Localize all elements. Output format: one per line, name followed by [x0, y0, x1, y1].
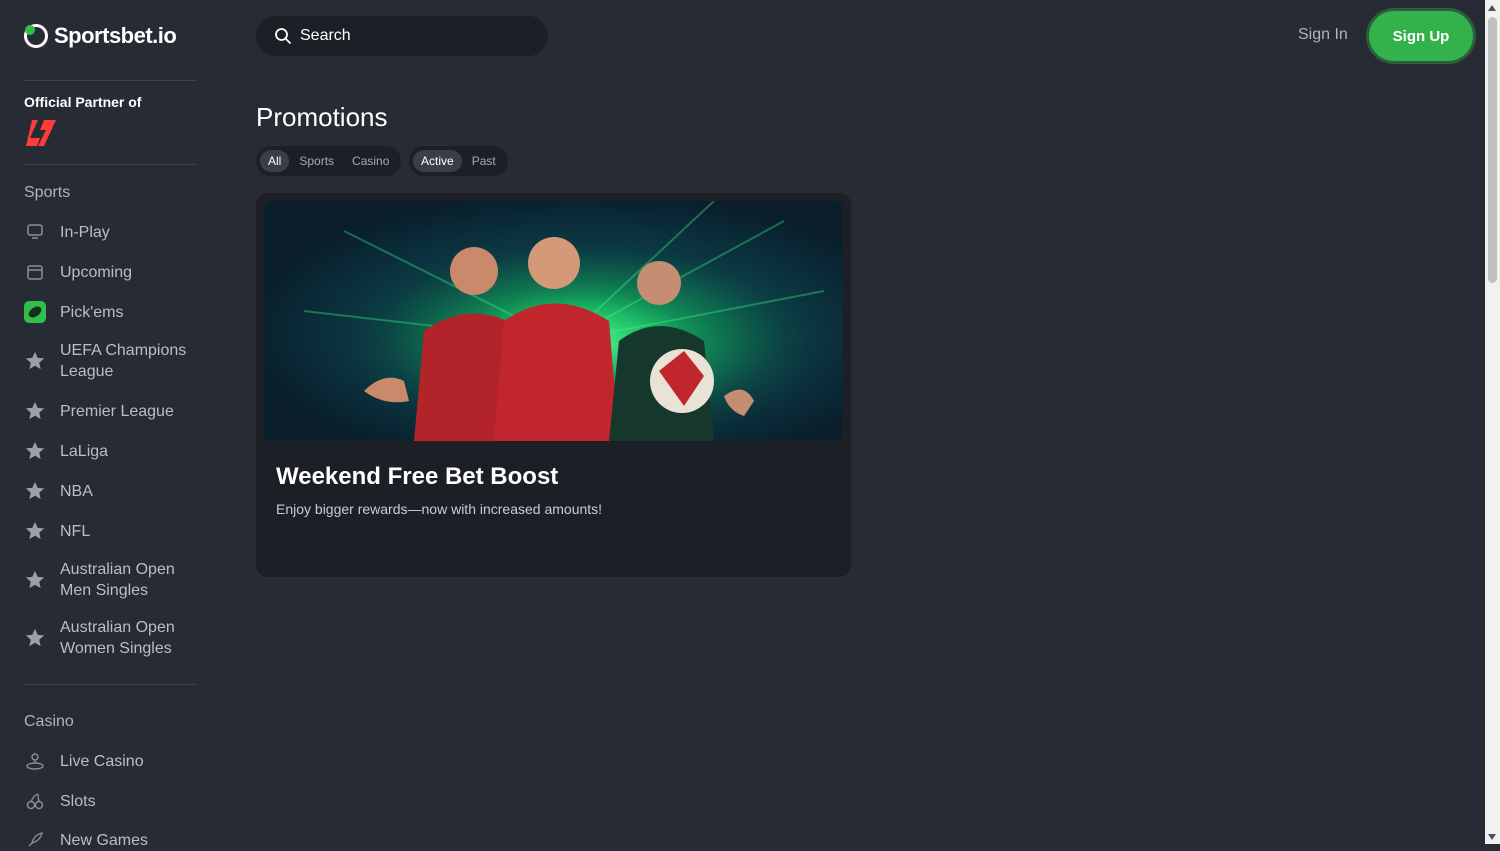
- divider: [24, 80, 196, 81]
- pickems-icon: [24, 301, 46, 323]
- search-icon: [275, 28, 291, 44]
- sidebar-item-pickems[interactable]: Pick'ems: [24, 301, 204, 323]
- sidebar-item-label: Australian Open Men Singles: [60, 561, 175, 599]
- star-icon: [24, 520, 46, 542]
- star-icon: [24, 480, 46, 502]
- promo-card[interactable]: Weekend Free Bet Boost Enjoy bigger rewa…: [256, 193, 851, 577]
- star-icon: [24, 440, 46, 462]
- star-icon: [24, 400, 46, 422]
- sidebar: Sportsbet.io Official Partner of Sports …: [0, 0, 220, 849]
- sidebar-item-new-games[interactable]: New Games: [24, 829, 204, 851]
- sidebar-item-label: NBA: [60, 482, 93, 500]
- filter-past[interactable]: Past: [464, 150, 504, 172]
- search-label: Search: [300, 27, 351, 44]
- category-filter: All Sports Casino: [256, 146, 402, 176]
- star-icon: [24, 350, 46, 372]
- promo-description: Enjoy bigger rewards—now with increased …: [276, 501, 603, 517]
- monitor-icon: [24, 221, 46, 243]
- sidebar-item-australian-open-women-singles[interactable]: Australian Open Women Singles: [24, 617, 204, 659]
- filter-active[interactable]: Active: [413, 150, 462, 172]
- sidebar-item-slots[interactable]: Slots: [24, 790, 204, 812]
- page-title: Promotions: [256, 102, 388, 132]
- sidebar-item-label: UEFA Champions League: [60, 342, 187, 380]
- search-input[interactable]: Search: [256, 16, 548, 56]
- filter-sports[interactable]: Sports: [291, 150, 342, 172]
- promo-title: Weekend Free Bet Boost: [276, 463, 559, 490]
- sign-in-button[interactable]: Sign In: [1298, 26, 1348, 44]
- partner-title: Official Partner of: [24, 94, 142, 110]
- section-title-sports: Sports: [24, 184, 71, 201]
- scroll-thumb[interactable]: [1488, 17, 1497, 283]
- scroll-down-icon[interactable]: [1488, 834, 1496, 840]
- sidebar-item-nba[interactable]: NBA: [24, 480, 204, 502]
- sidebar-item-laliga[interactable]: LaLiga: [24, 440, 204, 462]
- sidebar-item-label: Slots: [60, 792, 96, 810]
- sidebar-item-uefa-champions-league[interactable]: UEFA Champions League: [24, 340, 204, 382]
- divider: [24, 164, 196, 165]
- divider: [24, 684, 196, 685]
- cherries-icon: [24, 790, 46, 812]
- sidebar-item-australian-open-men-singles[interactable]: Australian Open Men Singles: [24, 559, 204, 601]
- sidebar-item-premier-league[interactable]: Premier League: [24, 400, 204, 422]
- status-filter: Active Past: [409, 146, 508, 176]
- section-title-casino: Casino: [24, 713, 74, 730]
- sidebar-item-label: New Games: [60, 831, 149, 849]
- star-icon: [24, 627, 46, 649]
- sidebar-item-nfl[interactable]: NFL: [24, 520, 204, 542]
- sidebar-item-live-casino[interactable]: Live Casino: [24, 750, 204, 772]
- filter-casino[interactable]: Casino: [344, 150, 397, 172]
- logo-icon: [24, 24, 48, 48]
- promo-image: [264, 201, 843, 441]
- sidebar-item-label: LaLiga: [60, 442, 109, 460]
- sidebar-item-in-play[interactable]: In-Play: [24, 221, 204, 243]
- sidebar-item-label: Live Casino: [60, 752, 144, 770]
- scroll-up-icon[interactable]: [1488, 5, 1496, 11]
- brand-name: Sportsbet.io: [54, 23, 177, 48]
- star-icon: [24, 569, 46, 591]
- sidebar-item-label: Upcoming: [60, 263, 133, 281]
- sign-up-button[interactable]: Sign Up: [1369, 11, 1473, 61]
- sidebar-item-label: Australian Open Women Singles: [60, 619, 175, 657]
- page-scrollbar[interactable]: [1485, 0, 1500, 844]
- dealer-icon: [24, 750, 46, 772]
- filter-all[interactable]: All: [260, 150, 290, 172]
- laliga-logo-icon: [26, 120, 56, 146]
- sidebar-item-upcoming[interactable]: Upcoming: [24, 261, 204, 283]
- rocket-icon: [24, 829, 46, 851]
- sidebar-item-label: Pick'ems: [60, 303, 124, 321]
- calendar-icon: [24, 261, 46, 283]
- sidebar-item-label: NFL: [60, 522, 91, 540]
- brand-logo[interactable]: Sportsbet.io: [24, 22, 177, 50]
- sidebar-item-label: Premier League: [60, 402, 174, 420]
- sidebar-item-label: In-Play: [60, 223, 110, 241]
